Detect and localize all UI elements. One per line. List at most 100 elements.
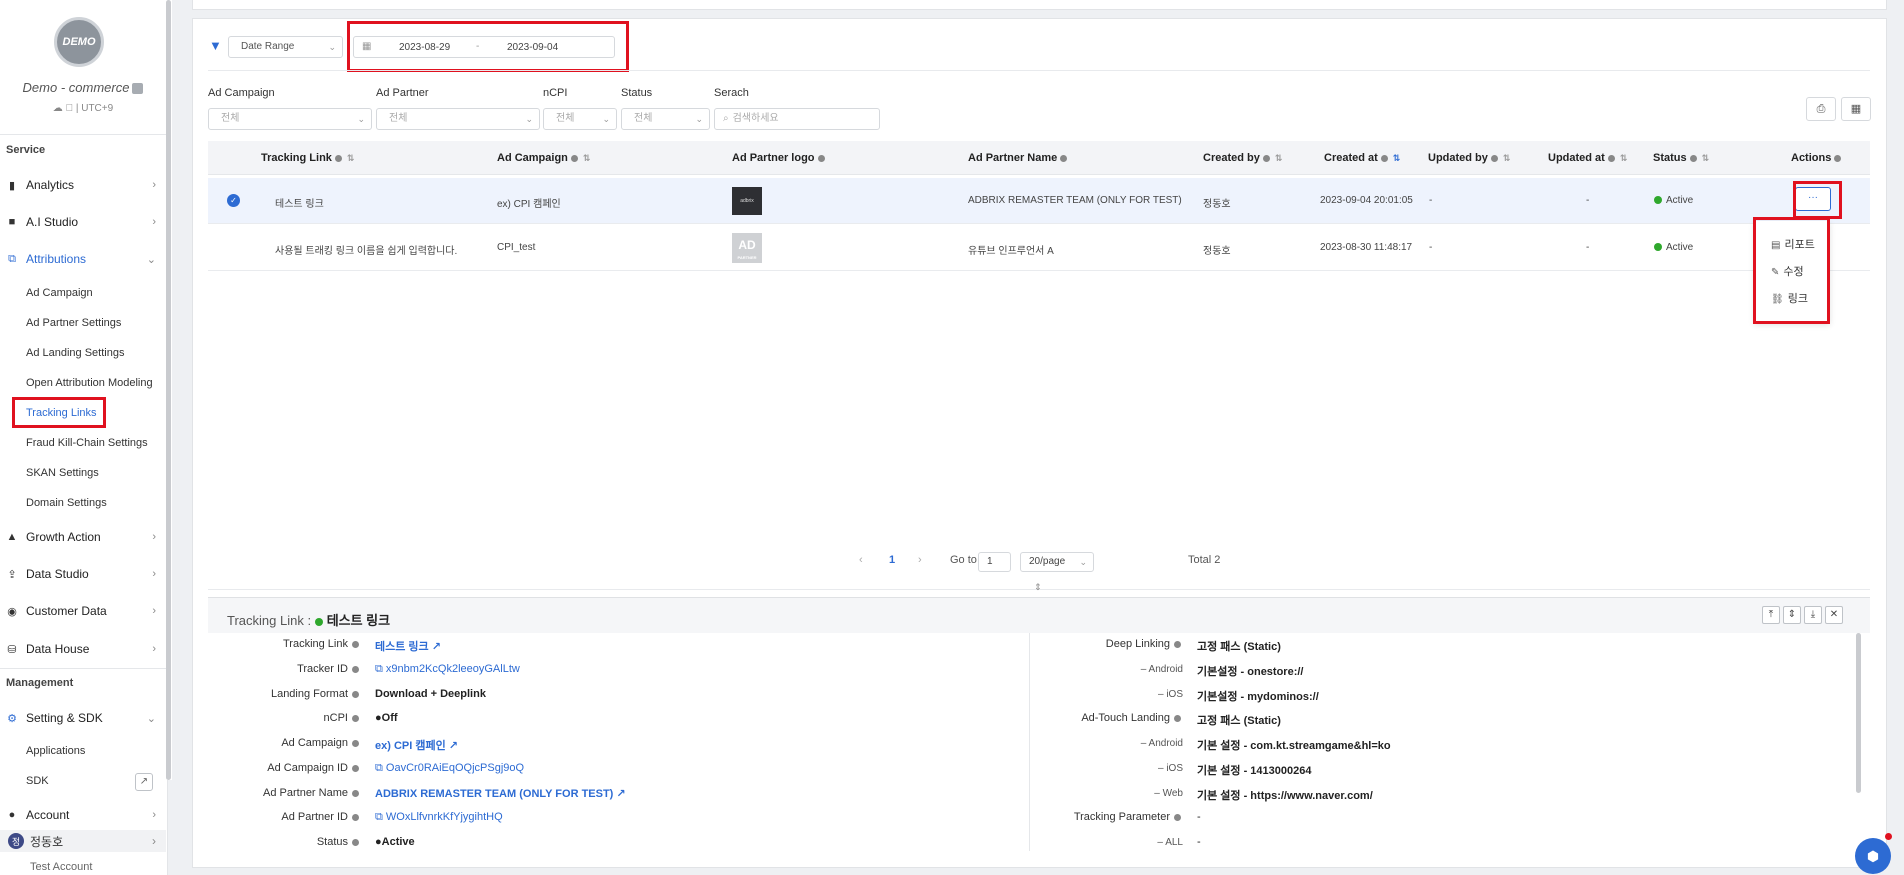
brand-name[interactable]: Demo - commerce (0, 80, 166, 95)
goto-input[interactable]: 1 (978, 552, 1011, 572)
detail-ad-partner-name[interactable]: ADBRIX REMASTER TEAM (ONLY FOR TEST) ↗ (375, 787, 626, 800)
info-icon[interactable] (1060, 154, 1068, 162)
resize-handle-icon[interactable]: ⇕ (1034, 582, 1042, 593)
prev-page-button[interactable]: ‹ (859, 554, 863, 566)
search-input[interactable]: ⌕ 검색하세요 (714, 108, 880, 130)
external-link-icon[interactable]: ↗ (135, 773, 153, 791)
copy-icon[interactable]: ⧉ (375, 811, 383, 823)
info-icon[interactable] (570, 154, 578, 162)
sub-ad-partner-settings[interactable]: Ad Partner Settings (26, 315, 121, 331)
info-icon[interactable] (1174, 813, 1181, 821)
info-icon[interactable] (1262, 154, 1270, 162)
columns-button[interactable]: ▦ (1841, 97, 1871, 121)
col-created-by[interactable]: Created by ⇅ (1203, 152, 1282, 164)
info-icon[interactable] (1174, 640, 1181, 648)
status-select[interactable]: 전체 ⌄ (621, 108, 710, 130)
copy-icon[interactable]: ⧉ (375, 762, 383, 774)
detail-tracker-id[interactable]: ⧉ x9nbm2KcQk2leeoyGAlLtw (375, 663, 520, 676)
sidebar-scrollbar[interactable] (166, 0, 172, 780)
col-tracking-link[interactable]: Tracking Link ⇅ (261, 152, 354, 164)
close-icon[interactable]: ✕ (1825, 606, 1843, 624)
collapse-bottom-icon[interactable]: ⤓ (1804, 606, 1822, 624)
help-cube-button[interactable]: ⬢ (1855, 838, 1891, 874)
sort-icon[interactable]: ⇅ (347, 153, 355, 163)
table-row[interactable]: 사용될 트래킹 링크 이름을 쉽게 입력합니다. CPI_test AD PART… (208, 225, 1870, 271)
next-page-button[interactable]: › (918, 554, 922, 566)
sub-sdk[interactable]: SDK (26, 773, 49, 789)
sub-applications[interactable]: Applications (26, 743, 85, 759)
info-icon[interactable] (1689, 154, 1697, 162)
collapse-top-icon[interactable]: ⤒ (1762, 606, 1780, 624)
detail-ad-campaign[interactable]: ex) CPI 캠페인 ↗ (375, 737, 458, 753)
copy-icon[interactable]: ⧉ (375, 663, 383, 675)
brand-dropdown-icon[interactable] (132, 83, 144, 95)
info-icon[interactable] (334, 154, 342, 162)
sort-icon[interactable]: ⇅ (1620, 153, 1628, 163)
page-number[interactable]: 1 (889, 554, 895, 566)
info-icon[interactable] (1490, 154, 1498, 162)
export-button[interactable]: ⎙ (1806, 97, 1836, 121)
detail-ad-partner-id[interactable]: ⧉ WOxLlfvnrkKfYjygihtHQ (375, 811, 503, 824)
ad-campaign-select[interactable]: 전체 ⌄ (208, 108, 372, 130)
info-icon[interactable] (1834, 154, 1842, 162)
sort-icon[interactable]: ⇅ (583, 153, 591, 163)
info-icon[interactable] (352, 640, 359, 648)
company-avatar[interactable]: DEMO (54, 17, 104, 67)
col-ad-campaign[interactable]: Ad Campaign ⇅ (497, 152, 590, 164)
sub-fraud-kill-chain[interactable]: Fraud Kill-Chain Settings (26, 435, 148, 451)
sub-ad-campaign[interactable]: Ad Campaign (26, 285, 93, 301)
sub-open-attribution-modeling[interactable]: Open Attribution Modeling (26, 375, 153, 391)
col-updated-at[interactable]: Updated at ⇅ (1548, 152, 1627, 164)
sort-icon[interactable]: ⇅ (1393, 153, 1401, 163)
col-updated-by[interactable]: Updated by ⇅ (1428, 152, 1510, 164)
info-icon[interactable] (352, 665, 359, 673)
sort-icon[interactable]: ⇅ (1702, 153, 1710, 163)
sort-icon[interactable]: ⇅ (1275, 153, 1283, 163)
split-view-icon[interactable]: ⇕ (1783, 606, 1801, 624)
external-link-icon[interactable]: ↗ (449, 740, 458, 752)
filter-icon[interactable]: ▼ (209, 38, 222, 53)
detail-tracking-link[interactable]: 테스트 링크 ↗ (375, 638, 441, 654)
nav-growth-action[interactable]: ▲ Growth Action › (6, 527, 156, 547)
sub-domain-settings[interactable]: Domain Settings (26, 495, 107, 511)
nav-setting-sdk[interactable]: ⚙ Setting & SDK ⌄ (6, 708, 156, 728)
ad-partner-select[interactable]: 전체 ⌄ (376, 108, 540, 130)
nav-customer-data[interactable]: ◉ Customer Data › (6, 601, 156, 621)
info-icon[interactable] (1174, 714, 1181, 722)
current-user[interactable]: 정 정동호 › (0, 830, 166, 852)
check-icon[interactable]: ✓ (227, 194, 240, 207)
ncpi-select[interactable]: 전체 ⌄ (543, 108, 617, 130)
cell-tracking-link[interactable]: 사용될 트래킹 링크 이름을 쉽게 입력합니다. (275, 242, 457, 257)
date-type-select[interactable]: Date Range ⌄ (228, 36, 343, 58)
page-size-select[interactable]: 20/page ⌄ (1020, 552, 1094, 572)
col-created-at[interactable]: Created at ⇅ (1324, 152, 1400, 164)
sub-ad-landing-settings[interactable]: Ad Landing Settings (26, 345, 124, 361)
external-link-icon[interactable]: ↗ (432, 641, 441, 653)
detail-scrollbar[interactable] (1856, 633, 1861, 793)
info-icon[interactable] (352, 838, 359, 846)
cell-tracking-link[interactable]: 테스트 링크 (275, 195, 324, 210)
nav-account[interactable]: ● Account › (6, 805, 156, 825)
info-icon[interactable] (817, 154, 825, 162)
nav-attributions[interactable]: ⧉ Attributions ⌄ (6, 249, 156, 269)
nav-ai-studio[interactable]: ■ A.I Studio › (6, 212, 156, 232)
info-icon[interactable] (352, 690, 359, 698)
info-icon[interactable] (1380, 154, 1388, 162)
table-row[interactable]: ✓ 테스트 링크 ex) CPI 캠페인 adbrix ADBRIX REMAS… (208, 178, 1870, 224)
scrollbar-thumb[interactable] (166, 0, 171, 780)
col-status[interactable]: Status ⇅ (1653, 152, 1709, 164)
detail-ad-campaign-id[interactable]: ⧉ OavCr0RAiEqOQjcPSgj9oQ (375, 762, 524, 775)
external-link-icon[interactable]: ↗ (616, 788, 625, 800)
info-icon[interactable] (1607, 154, 1615, 162)
info-icon[interactable] (352, 714, 359, 722)
info-icon[interactable] (352, 813, 359, 821)
info-icon[interactable] (352, 764, 359, 772)
nav-data-studio[interactable]: ⇪ Data Studio › (6, 564, 156, 584)
info-icon[interactable] (352, 789, 359, 797)
nav-analytics[interactable]: ▮ Analytics › (6, 175, 156, 195)
sort-icon[interactable]: ⇅ (1503, 153, 1511, 163)
chevron-right-icon: › (152, 179, 156, 191)
nav-data-house[interactable]: ⛁ Data House › (6, 639, 156, 659)
info-icon[interactable] (352, 739, 359, 747)
sub-skan-settings[interactable]: SKAN Settings (26, 465, 99, 481)
